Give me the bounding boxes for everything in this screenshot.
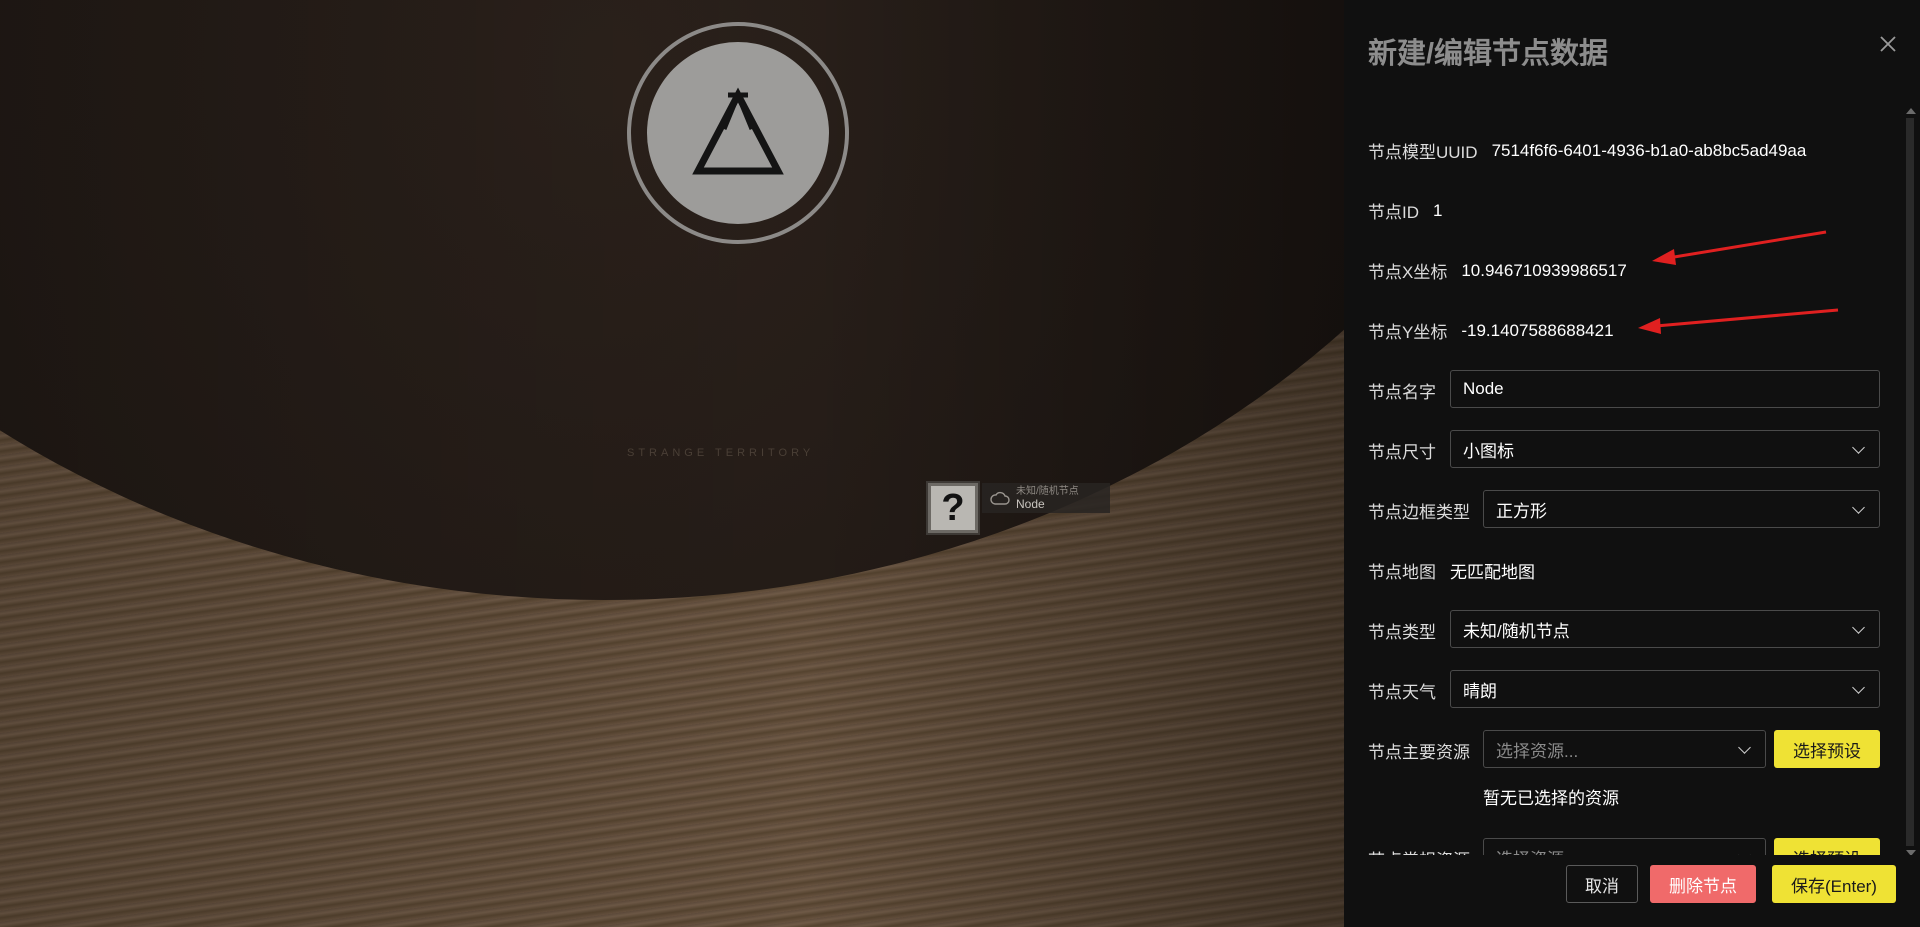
y-coord-row: 节点Y坐标 -19.1407588688421: [1368, 318, 1614, 343]
main-resource-row: 节点主要资源: [1368, 738, 1470, 763]
size-select[interactable]: 小图标: [1450, 430, 1880, 468]
name-input-value: Node: [1463, 379, 1504, 398]
y-coord-value: -19.1407588688421: [1461, 320, 1614, 340]
main-resource-empty: 暂无已选择的资源: [1483, 789, 1619, 808]
node-marker-label[interactable]: 未知/随机节点 Node: [982, 483, 1110, 513]
weather-select-value: 晴朗: [1463, 681, 1497, 701]
uuid-row: 节点模型UUID 7514f6f6-6401-4936-b1a0-ab8bc5a…: [1368, 138, 1806, 163]
map-row: 节点地图 无匹配地图: [1368, 558, 1535, 583]
scroll-up-icon[interactable]: [1906, 108, 1916, 114]
edit-node-panel: 新建/编辑节点数据 节点模型UUID 7514f6f6-6401-4936-b1…: [1344, 0, 1920, 927]
x-coord-label: 节点X坐标: [1368, 263, 1448, 282]
map-label: 节点地图: [1368, 563, 1436, 582]
name-input[interactable]: Node: [1450, 370, 1880, 408]
node-marker-name: Node: [1016, 497, 1045, 511]
border-row: 节点边框类型: [1368, 498, 1470, 523]
node-id-label: 节点ID: [1368, 203, 1419, 222]
uuid-label: 节点模型UUID: [1368, 143, 1478, 162]
main-resource-placeholder: 选择资源...: [1496, 741, 1579, 761]
panel-title: 新建/编辑节点数据: [1368, 38, 1609, 70]
close-icon: [1880, 36, 1896, 52]
cancel-button[interactable]: 取消: [1566, 865, 1638, 903]
main-resource-select[interactable]: 选择资源...: [1483, 730, 1766, 768]
weather-label: 节点天气: [1368, 683, 1436, 702]
size-label: 节点尺寸: [1368, 443, 1436, 462]
map-node-marker[interactable]: ? 未知/随机节点 Node: [928, 483, 1110, 533]
type-row: 节点类型: [1368, 618, 1436, 643]
panel-footer: 取消 删除节点 保存(Enter): [1344, 855, 1920, 927]
border-select-value: 正方形: [1496, 501, 1547, 521]
panel-scrollbar[interactable]: [1904, 108, 1918, 856]
territory-caption: STRANGE TERRITORY: [627, 447, 815, 459]
scrollbar-thumb[interactable]: [1906, 118, 1914, 846]
delete-node-button[interactable]: 删除节点: [1650, 865, 1756, 903]
type-label: 节点类型: [1368, 623, 1436, 642]
map-value: 无匹配地图: [1450, 563, 1535, 582]
cloud-icon: [990, 491, 1010, 505]
border-select[interactable]: 正方形: [1483, 490, 1880, 528]
save-button[interactable]: 保存(Enter): [1772, 865, 1896, 903]
node-id-row: 节点ID 1: [1368, 198, 1442, 223]
type-select-value: 未知/随机节点: [1463, 621, 1570, 641]
unknown-node-icon[interactable]: ?: [928, 483, 978, 533]
node-id-value: 1: [1433, 200, 1443, 220]
name-label: 节点名字: [1368, 383, 1436, 402]
weather-select[interactable]: 晴朗: [1450, 670, 1880, 708]
name-row: 节点名字: [1368, 378, 1436, 403]
main-resource-label: 节点主要资源: [1368, 743, 1470, 762]
tent-icon: [692, 87, 784, 175]
size-select-value: 小图标: [1463, 441, 1514, 461]
border-label: 节点边框类型: [1368, 503, 1470, 522]
weather-row: 节点天气: [1368, 678, 1436, 703]
x-coord-value: 10.946710939986517: [1461, 260, 1627, 280]
size-row: 节点尺寸: [1368, 438, 1436, 463]
uuid-value: 7514f6f6-6401-4936-b1a0-ab8bc5ad49aa: [1491, 140, 1807, 160]
type-select[interactable]: 未知/随机节点: [1450, 610, 1880, 648]
territory-logo: [627, 22, 849, 244]
x-coord-row: 节点X坐标 10.946710939986517: [1368, 258, 1627, 283]
y-coord-label: 节点Y坐标: [1368, 323, 1448, 342]
close-button[interactable]: [1874, 30, 1902, 58]
map-canvas[interactable]: STRANGE TERRITORY ? 未知/随机节点 Node: [0, 0, 1344, 927]
main-resource-preset-button[interactable]: 选择预设: [1774, 730, 1880, 768]
